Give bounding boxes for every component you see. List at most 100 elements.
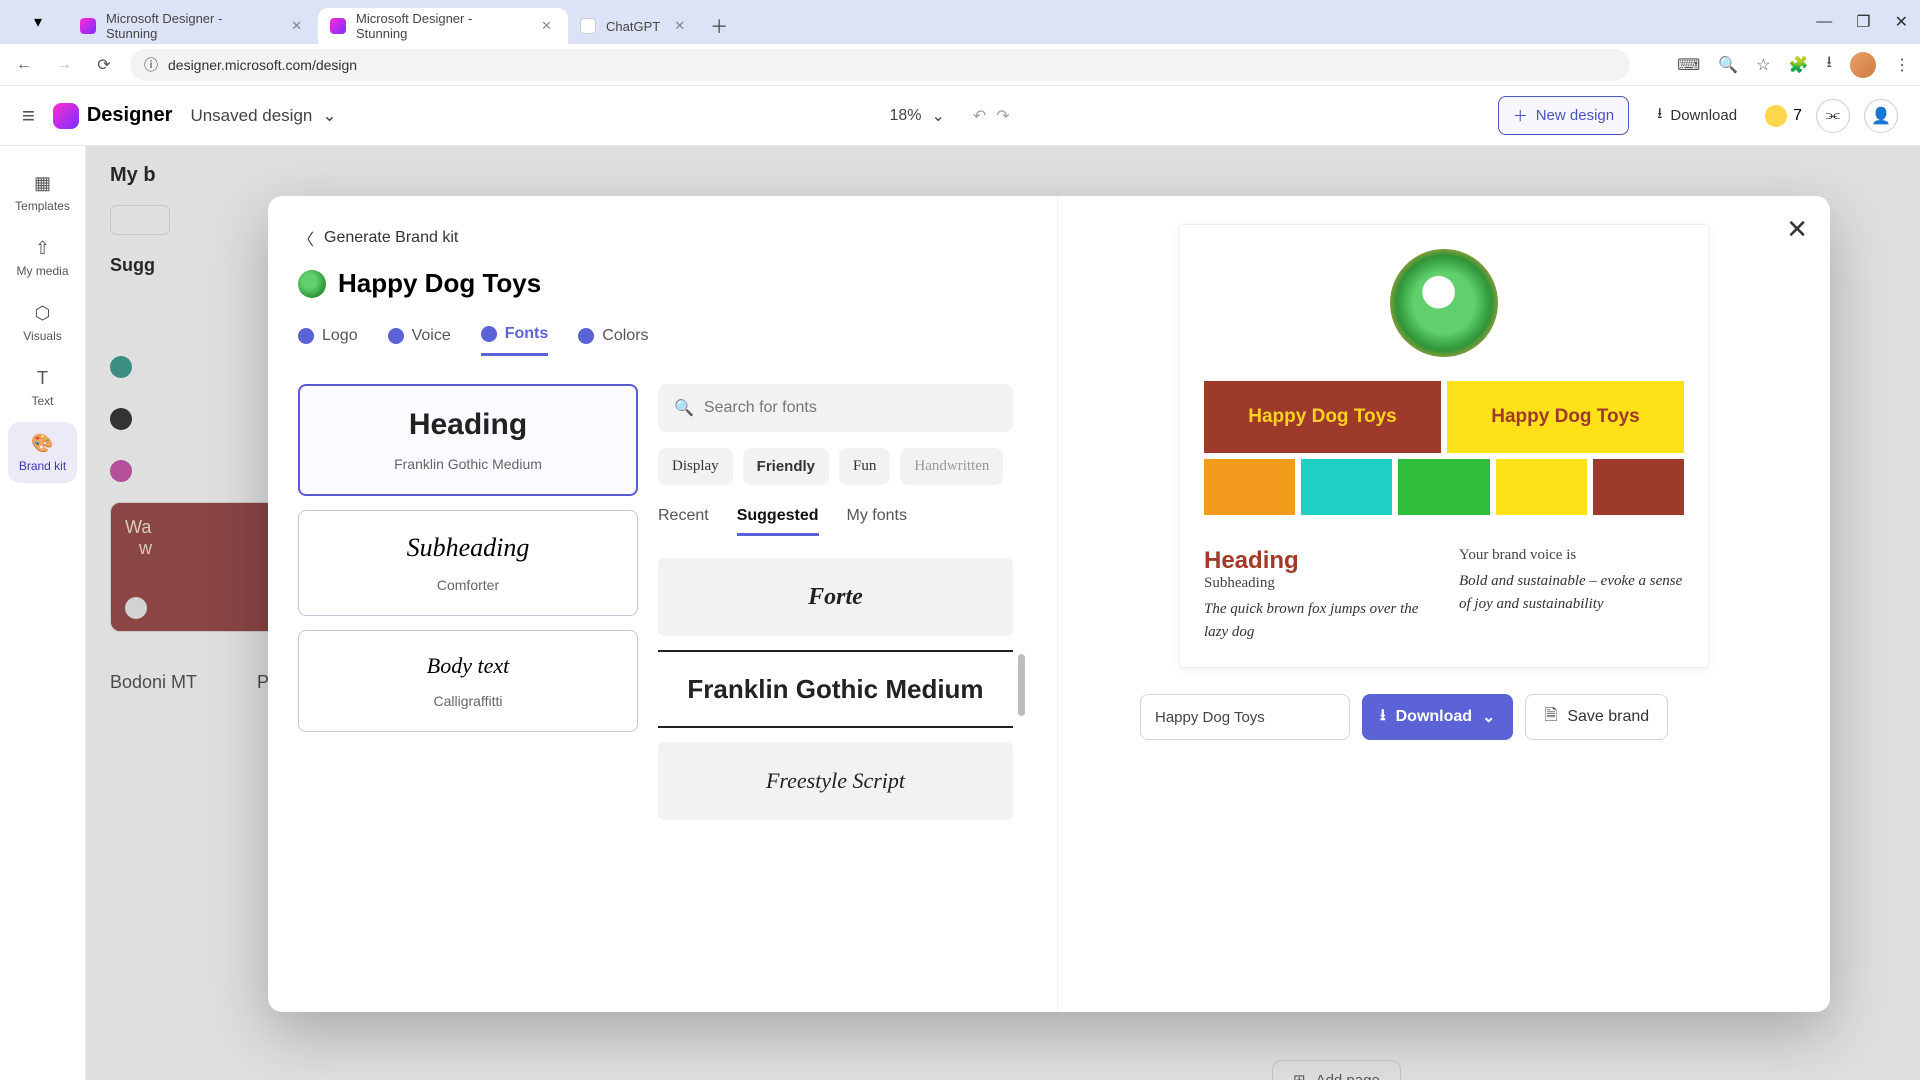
step-label: Colors — [602, 327, 648, 345]
preview-body: The quick brown fox jumps over the lazy … — [1204, 598, 1429, 643]
rail-brandkit[interactable]: 🎨Brand kit — [8, 422, 77, 483]
check-icon — [298, 328, 314, 344]
rail-templates[interactable]: ▦Templates — [8, 162, 77, 223]
preview-palette — [1204, 459, 1684, 515]
slot-font: Calligraffitti — [309, 693, 627, 709]
step-colors[interactable]: Colors — [578, 325, 648, 356]
close-icon[interactable]: ✕ — [537, 18, 556, 34]
rail-label: Visuals — [23, 329, 61, 343]
preview-voice-label: Your brand voice is — [1459, 547, 1684, 564]
zoom-value[interactable]: 18% — [889, 107, 921, 125]
preview-subheading: Subheading — [1204, 575, 1429, 592]
window-maximize-icon[interactable]: ❐ — [1856, 12, 1870, 32]
new-design-button[interactable]: ＋ New design — [1498, 96, 1629, 135]
address-bar[interactable]: ⓘ designer.microsoft.com/design — [130, 49, 1630, 81]
step-fonts[interactable]: Fonts — [481, 325, 549, 356]
profile-avatar[interactable] — [1850, 52, 1876, 78]
scrollbar-thumb[interactable] — [1018, 654, 1025, 716]
text-icon: T — [32, 367, 54, 389]
slot-font: Comforter — [309, 577, 627, 593]
font-slots: Heading Franklin Gothic Medium Subheadin… — [298, 384, 638, 820]
account-icon[interactable]: 👤 — [1864, 99, 1898, 133]
slot-title: Subheading — [309, 533, 627, 563]
close-icon[interactable]: ✕ — [1786, 214, 1808, 245]
undo-icon[interactable]: ↶ — [973, 106, 986, 126]
chip-handwritten[interactable]: Handwritten — [900, 448, 1003, 485]
tab-2[interactable]: Microsoft Designer - Stunning ✕ — [318, 8, 568, 44]
window-minimize-icon[interactable]: — — [1816, 13, 1832, 31]
browser-toolbar: ← → ⟳ ⓘ designer.microsoft.com/design ⌨ … — [0, 44, 1920, 86]
brand-name-input[interactable]: Happy Dog Toys — [1140, 694, 1350, 740]
download-icon: ⭳ — [1380, 704, 1386, 731]
font-list[interactable]: Forte Franklin Gothic Medium Freestyle S… — [658, 558, 1013, 820]
zoom-icon[interactable]: 🔍 — [1718, 55, 1738, 75]
rail-visuals[interactable]: ⬡ Visuals — [8, 292, 77, 353]
close-icon[interactable]: ✕ — [670, 18, 689, 34]
palette-color — [1204, 459, 1295, 515]
tab-search-icon[interactable]: ▾ — [8, 0, 68, 44]
font-option-freestyle[interactable]: Freestyle Script — [658, 742, 1013, 820]
download-button[interactable]: ⭳ Download — [1643, 95, 1751, 136]
tab-suggested[interactable]: Suggested — [737, 507, 819, 536]
chevron-down-icon[interactable]: ⌄ — [931, 106, 944, 126]
downloads-icon[interactable]: ⭳ — [1826, 51, 1832, 78]
rail-label: Text — [31, 394, 53, 408]
save-brand-button[interactable]: 🗎 Save brand — [1525, 694, 1668, 740]
font-search-input[interactable]: 🔍 Search for fonts — [658, 384, 1013, 432]
url-text: designer.microsoft.com/design — [168, 57, 357, 73]
step-logo[interactable]: Logo — [298, 325, 358, 356]
tab-myfonts[interactable]: My fonts — [847, 507, 907, 536]
check-icon — [481, 326, 497, 342]
chip-friendly[interactable]: Friendly — [743, 448, 829, 485]
kebab-menu-icon[interactable]: ⋮ — [1894, 55, 1910, 75]
step-voice[interactable]: Voice — [388, 325, 451, 356]
favicon-icon — [80, 18, 96, 34]
redo-icon[interactable]: ↷ — [996, 106, 1009, 126]
preview-banner-light: Happy Dog Toys — [1447, 381, 1684, 453]
slot-subheading[interactable]: Subheading Comforter — [298, 510, 638, 616]
slot-heading[interactable]: Heading Franklin Gothic Medium — [298, 384, 638, 496]
hamburger-icon[interactable]: ≡ — [22, 103, 35, 129]
extensions-icon[interactable]: 🧩 — [1788, 55, 1808, 75]
close-icon[interactable]: ✕ — [287, 18, 306, 34]
brand-preview: Happy Dog Toys Happy Dog Toys Heading — [1179, 224, 1709, 668]
credits-indicator[interactable]: 7 — [1765, 105, 1802, 127]
preview-typography: Heading Subheading The quick brown fox j… — [1204, 547, 1429, 643]
app-header: ≡ Designer Unsaved design ⌄ 18% ⌄ ↶ ↷ ＋ … — [0, 86, 1920, 146]
tab-3[interactable]: ChatGPT ✕ — [568, 8, 701, 44]
chip-display[interactable]: Display — [658, 448, 733, 485]
new-tab-button[interactable]: ＋ — [701, 8, 737, 44]
rail-text[interactable]: T Text — [8, 357, 77, 418]
font-option-franklin[interactable]: Franklin Gothic Medium — [658, 650, 1013, 728]
app-logo[interactable]: Designer — [53, 103, 173, 129]
tab-title: Microsoft Designer - Stunning — [106, 11, 277, 41]
search-icon: 🔍 — [674, 398, 694, 418]
left-rail: ▦Templates ⇧My media ⬡ Visuals T Text 🎨Bra… — [0, 146, 86, 1080]
step-label: Voice — [412, 327, 451, 345]
search-placeholder: Search for fonts — [704, 399, 817, 417]
visuals-icon: ⬡ — [32, 302, 54, 324]
font-option-forte[interactable]: Forte — [658, 558, 1013, 636]
preview-heading: Heading — [1204, 547, 1429, 575]
tab-recent[interactable]: Recent — [658, 507, 709, 536]
install-app-icon[interactable]: ⌨ — [1677, 55, 1700, 75]
tab-1[interactable]: Microsoft Designer - Stunning ✕ — [68, 8, 318, 44]
site-info-icon[interactable]: ⓘ — [144, 55, 158, 75]
canvas: My b Sugg Waw Bodoni MT Playfair Display… — [86, 146, 1920, 1080]
designer-logo-icon — [53, 103, 79, 129]
rail-mymedia[interactable]: ⇧My media — [8, 227, 77, 288]
check-icon — [388, 328, 404, 344]
nav-back-icon[interactable]: ← — [10, 51, 38, 79]
design-name-dropdown[interactable]: Unsaved design ⌄ — [190, 106, 336, 126]
preview-banner-dark: Happy Dog Toys — [1204, 381, 1441, 453]
font-name: Franklin Gothic Medium — [687, 674, 983, 705]
bookmark-icon[interactable]: ☆ — [1756, 55, 1770, 75]
slot-body[interactable]: Body text Calligraffitti — [298, 630, 638, 732]
step-tabs: Logo Voice Fonts Colors — [298, 325, 1013, 356]
nav-reload-icon[interactable]: ⟳ — [90, 51, 118, 79]
share-icon[interactable]: ⫘ — [1816, 99, 1850, 133]
chip-fun[interactable]: Fun — [839, 448, 890, 485]
window-close-icon[interactable]: ✕ — [1895, 12, 1908, 32]
download-brand-button[interactable]: ⭳ Download ⌄ — [1362, 694, 1513, 740]
back-button[interactable]: 〈 Generate Brand kit — [298, 226, 1013, 250]
